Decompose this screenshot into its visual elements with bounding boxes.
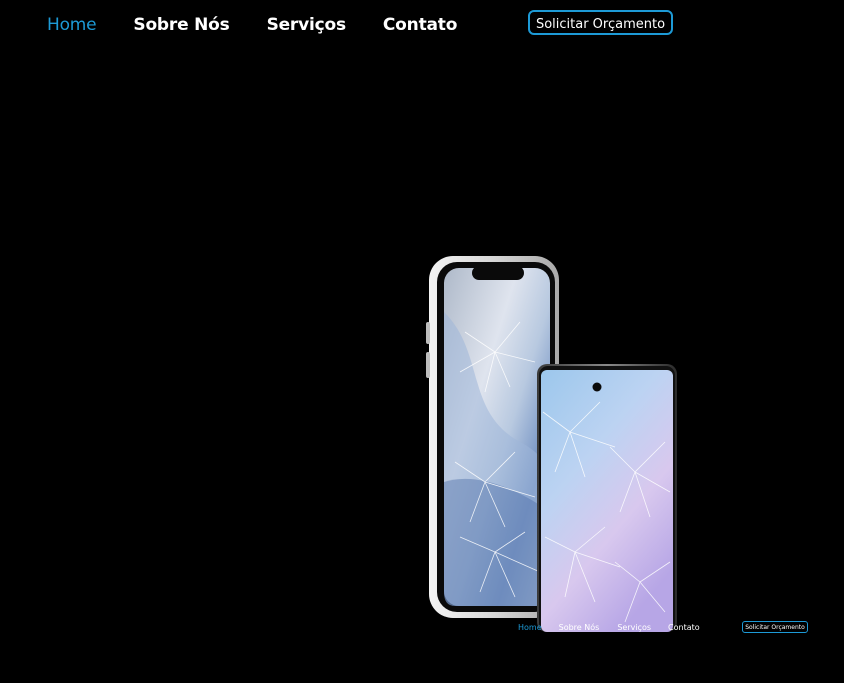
request-quote-button[interactable]: Solicitar Orçamento bbox=[528, 10, 673, 35]
nav-home-link[interactable]: Home bbox=[47, 13, 97, 37]
mini-nav-contato-link[interactable]: Contato bbox=[668, 622, 700, 634]
page: Home Sobre Nós Serviços Contato Solicita… bbox=[0, 0, 844, 683]
cracked-phones-image bbox=[426, 256, 677, 632]
mini-nav: Home Sobre Nós Serviços Contato bbox=[518, 622, 700, 634]
mini-nav-sobre-nos-link[interactable]: Sobre Nós bbox=[559, 622, 600, 634]
nav-contato-link[interactable]: Contato bbox=[383, 13, 457, 37]
mini-nav-home-link[interactable]: Home bbox=[518, 622, 542, 634]
mini-nav-servicos-link[interactable]: Serviços bbox=[617, 622, 651, 634]
nav-sobre-nos-link[interactable]: Sobre Nós bbox=[133, 13, 229, 37]
nav-servicos-link[interactable]: Serviços bbox=[267, 13, 347, 37]
main-nav: Home Sobre Nós Serviços Contato bbox=[47, 12, 457, 38]
mini-request-quote-button[interactable]: Solicitar Orçamento bbox=[742, 621, 808, 633]
